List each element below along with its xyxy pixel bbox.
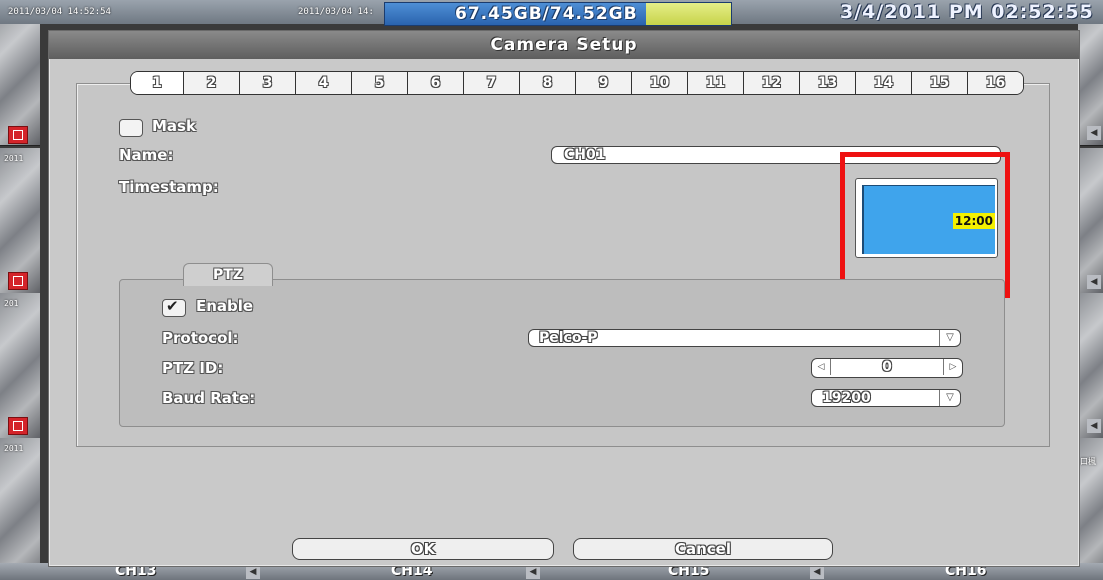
record-icon bbox=[8, 126, 28, 144]
speaker-icon[interactable]: ◀ bbox=[1087, 275, 1101, 289]
tab-channel-5[interactable]: 5 bbox=[351, 72, 407, 94]
ptz-id-value: 0 bbox=[882, 359, 892, 375]
protocol-select[interactable]: Pelco-P ▽ bbox=[528, 329, 961, 347]
chevron-down-icon[interactable]: ▽ bbox=[939, 390, 960, 406]
right-camera-column: 口楓 ◀ ◀ ◀ ◀ bbox=[1078, 0, 1103, 580]
record-icon bbox=[8, 417, 28, 435]
mask-checkbox[interactable] bbox=[119, 119, 143, 137]
hdd-usage-bar: 67.45GB/74.52GB bbox=[384, 2, 732, 26]
baud-rate-value: 19200 bbox=[822, 390, 871, 406]
left-camera-column: 2011 201 2011 bbox=[0, 0, 40, 580]
ptz-id-label: PTZ ID: bbox=[162, 359, 224, 377]
chevron-down-icon[interactable]: ▽ bbox=[939, 330, 960, 346]
tab-channel-8[interactable]: 8 bbox=[519, 72, 575, 94]
tab-channel-14[interactable]: 14 bbox=[855, 72, 911, 94]
tab-channel-9[interactable]: 9 bbox=[575, 72, 631, 94]
timestamp-label: Timestamp: bbox=[119, 178, 219, 196]
checkmark-icon: ✔ bbox=[166, 297, 179, 315]
tab-channel-2[interactable]: 2 bbox=[183, 72, 239, 94]
camera-setup-dialog: Camera Setup 1 2 3 4 5 6 7 8 9 10 11 12 13 14 15 16 Mas… bbox=[48, 30, 1080, 567]
tab-channel-1[interactable]: 1 bbox=[131, 72, 183, 94]
tab-channel-16[interactable]: 16 bbox=[967, 72, 1023, 94]
tab-channel-4[interactable]: 4 bbox=[295, 72, 351, 94]
ok-button[interactable]: OK bbox=[292, 538, 554, 560]
speaker-icon[interactable]: ◀ bbox=[810, 565, 824, 579]
tab-channel-7[interactable]: 7 bbox=[463, 72, 519, 94]
increment-arrow-icon[interactable]: ▷ bbox=[943, 359, 962, 375]
ptz-id-stepper[interactable]: ◁ 0 ▷ bbox=[811, 358, 963, 378]
speaker-icon[interactable]: ◀ bbox=[246, 565, 260, 579]
tile-label: 口楓 bbox=[1080, 457, 1096, 466]
tab-channel-13[interactable]: 13 bbox=[799, 72, 855, 94]
highlight-box bbox=[840, 152, 1010, 298]
hdd-free-space-fill bbox=[645, 3, 731, 25]
tab-channel-3[interactable]: 3 bbox=[239, 72, 295, 94]
tile-timestamp: 2011 bbox=[4, 154, 24, 163]
status-bar: 2011/03/04 14:52:54 2011/03/04 14: 67.45… bbox=[0, 0, 1103, 26]
ptz-enable-checkbox[interactable]: ✔ bbox=[162, 297, 186, 317]
dialog-title: Camera Setup bbox=[490, 35, 638, 55]
cancel-button[interactable]: Cancel bbox=[573, 538, 833, 560]
system-clock: 3/4/2011 PM 02:52:55 bbox=[840, 1, 1094, 23]
tab-channel-15[interactable]: 15 bbox=[911, 72, 967, 94]
camera-tile bbox=[1078, 148, 1103, 294]
tab-channel-10[interactable]: 10 bbox=[631, 72, 687, 94]
camera-timestamp: 2011/03/04 14:52:54 bbox=[8, 7, 111, 17]
camera-tile: 口楓 bbox=[1078, 438, 1103, 580]
channel-tabs: 1 2 3 4 5 6 7 8 9 10 11 12 13 14 15 16 bbox=[130, 71, 1024, 95]
protocol-label: Protocol: bbox=[162, 329, 239, 347]
ptz-group-tab: PTZ bbox=[183, 263, 273, 286]
tile-timestamp: 2011 bbox=[4, 444, 24, 453]
name-label: Name: bbox=[119, 146, 174, 164]
tab-channel-11[interactable]: 11 bbox=[687, 72, 743, 94]
ptz-enable-label: Enable bbox=[196, 297, 254, 315]
speaker-icon[interactable]: ◀ bbox=[526, 565, 540, 579]
tab-channel-6[interactable]: 6 bbox=[407, 72, 463, 94]
camera-tile bbox=[1078, 293, 1103, 439]
baud-rate-select[interactable]: 19200 ▽ bbox=[811, 389, 961, 407]
speaker-icon[interactable]: ◀ bbox=[1087, 419, 1101, 433]
baud-rate-label: Baud Rate: bbox=[162, 389, 256, 407]
camera-tile: 2011 bbox=[0, 438, 40, 580]
camera-timestamp: 2011/03/04 14: bbox=[298, 7, 374, 17]
speaker-icon[interactable]: ◀ bbox=[1087, 126, 1101, 140]
record-icon bbox=[8, 272, 28, 290]
tab-channel-12[interactable]: 12 bbox=[743, 72, 799, 94]
protocol-value: Pelco-P bbox=[539, 330, 598, 346]
dialog-title-bar: Camera Setup bbox=[49, 31, 1079, 59]
mask-label: Mask bbox=[152, 117, 196, 135]
hdd-usage-text: 67.45GB/74.52GB bbox=[455, 4, 638, 24]
tile-timestamp: 201 bbox=[4, 299, 19, 308]
ptz-group-label: PTZ bbox=[213, 267, 243, 283]
